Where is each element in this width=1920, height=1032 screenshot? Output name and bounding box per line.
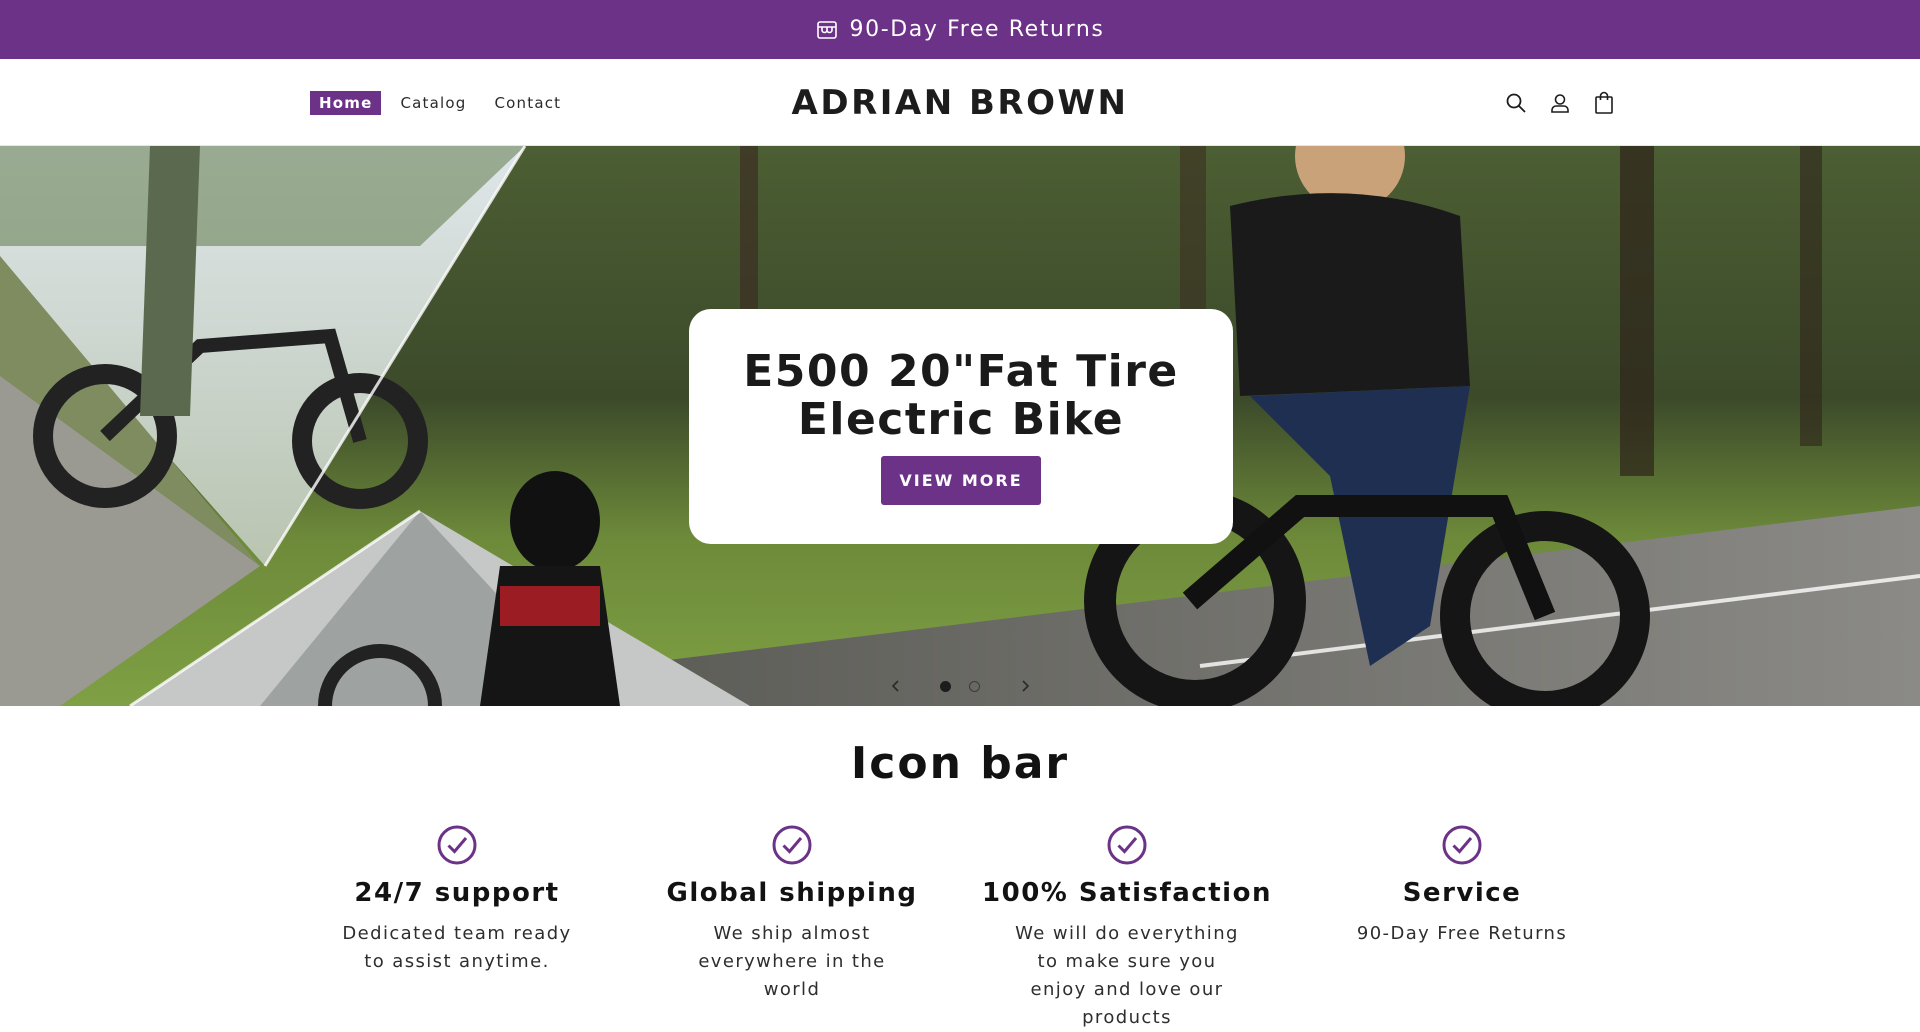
hero-title: E500 20"Fat Tire Electric Bike — [743, 348, 1179, 444]
announcement-text: 90-Day Free Returns — [849, 17, 1105, 42]
site-header: Home Catalog Contact ADRIAN BROWN — [0, 59, 1920, 146]
chevron-right-icon[interactable] — [1015, 676, 1035, 696]
check-circle-icon — [772, 825, 812, 865]
main-nav: Home Catalog Contact — [310, 59, 570, 146]
check-circle-icon — [1107, 825, 1147, 865]
feature-description: 90-Day Free Returns — [1356, 923, 1568, 944]
account-icon[interactable] — [1546, 89, 1574, 117]
feature-description: We will do everything to make sure you e… — [1015, 923, 1239, 1028]
hero-content-card: E500 20"Fat Tire Electric Bike VIEW MORE — [689, 309, 1233, 544]
hero-title-line-2: Electric Bike — [797, 394, 1125, 445]
slide-dot-2[interactable] — [969, 681, 980, 692]
chevron-left-icon[interactable] — [886, 676, 906, 696]
feature-item: 24/7 support Dedicated team ready to ass… — [307, 824, 607, 976]
check-circle-icon — [437, 825, 477, 865]
nav-link-catalog[interactable]: Catalog — [391, 91, 475, 115]
feature-item: Service 90-Day Free Returns — [1312, 824, 1612, 948]
nav-link-contact[interactable]: Contact — [485, 91, 570, 115]
announcement-bar: 90-Day Free Returns — [0, 0, 1920, 59]
nav-link-home[interactable]: Home — [310, 90, 382, 115]
feature-title: 24/7 support — [354, 878, 560, 908]
feature-item: Global shipping We ship almost everywher… — [642, 824, 942, 1004]
icon-bar-title: Icon bar — [850, 738, 1070, 789]
feature-description: We ship almost everywhere in the world — [698, 923, 886, 1000]
check-circle-icon — [1442, 825, 1482, 865]
brand-wrap: ADRIAN BROWN — [0, 59, 1920, 146]
brand-logo[interactable]: ADRIAN BROWN — [792, 83, 1129, 123]
feature-item: 100% Satisfaction We will do everything … — [977, 824, 1277, 1032]
hero-title-line-1: E500 20"Fat Tire — [743, 346, 1179, 397]
feature-title: Global shipping — [666, 878, 918, 908]
store-icon — [816, 19, 838, 41]
view-more-button[interactable]: VIEW MORE — [881, 456, 1041, 505]
header-icons — [1502, 59, 1618, 146]
feature-description: Dedicated team ready to assist anytime. — [342, 923, 572, 972]
hero-slideshow: E500 20"Fat Tire Electric Bike VIEW MORE — [0, 146, 1920, 706]
search-icon[interactable] — [1502, 89, 1530, 117]
feature-title: 100% Satisfaction — [982, 878, 1272, 908]
slide-dot-1[interactable] — [940, 681, 951, 692]
cart-icon[interactable] — [1590, 89, 1618, 117]
feature-title: Service — [1402, 878, 1522, 908]
